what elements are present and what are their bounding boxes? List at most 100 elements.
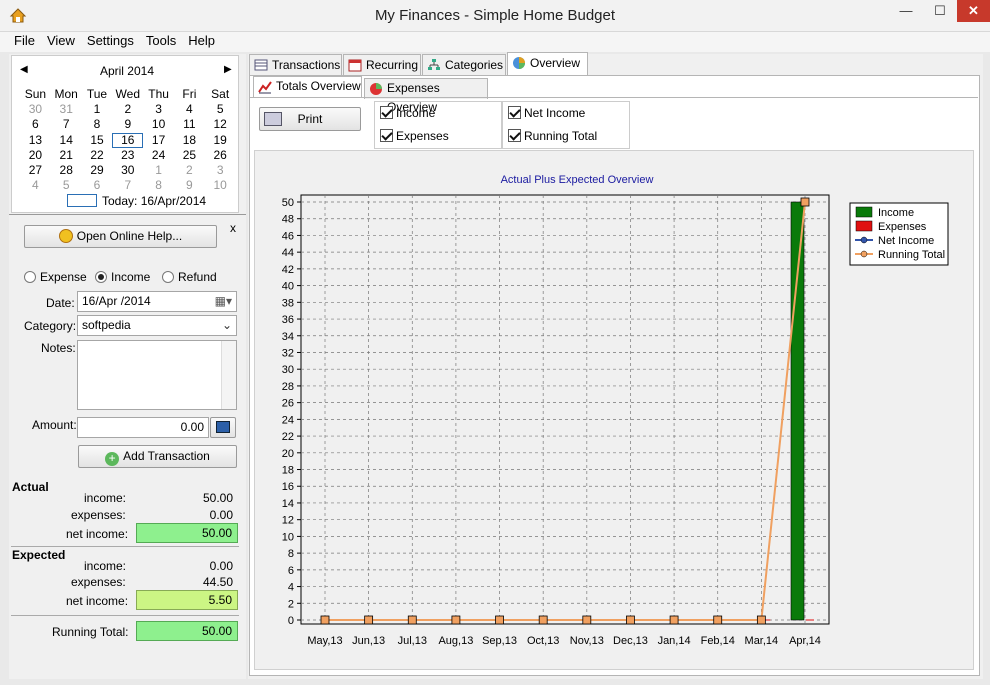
calendar-day[interactable]: 5 xyxy=(205,102,236,117)
tab-transactions[interactable]: Transactions xyxy=(249,54,342,75)
calendar-day[interactable]: 2 xyxy=(112,102,143,117)
calendar-day[interactable]: 9 xyxy=(112,117,143,132)
calendar-week: 6 7 8 9 10 11 12 xyxy=(20,117,236,132)
subtab-expenses-overview[interactable]: Expenses Overview xyxy=(364,78,488,114)
actual-income-label: income: xyxy=(84,491,127,505)
calendar-day[interactable]: 3 xyxy=(143,102,174,117)
calendar-day[interactable]: 10 xyxy=(143,117,174,132)
checkbox-income[interactable]: Income xyxy=(380,106,435,120)
calendar-day[interactable]: 22 xyxy=(82,148,113,163)
calendar-day[interactable]: 4 xyxy=(174,102,205,117)
calendar-day[interactable]: 26 xyxy=(205,148,236,163)
calendar-week: 20 21 22 23 24 25 26 xyxy=(20,148,236,163)
calendar-day[interactable]: 6 xyxy=(20,117,51,132)
calendar-day[interactable]: 30 xyxy=(20,102,51,117)
weekday-label: Sun xyxy=(24,87,47,101)
checkbox-icon xyxy=(508,106,521,119)
running-total-point xyxy=(669,615,679,625)
next-month-icon[interactable]: ▶ xyxy=(224,64,232,75)
radio-expense[interactable]: Expense xyxy=(24,270,87,284)
calendar-day[interactable]: 2 xyxy=(174,163,205,178)
calendar-day[interactable]: 31 xyxy=(51,102,82,117)
calendar-day[interactable]: 7 xyxy=(51,117,82,132)
calendar-day[interactable]: 17 xyxy=(143,133,174,148)
checkbox-net-income[interactable]: Net Income xyxy=(508,106,585,120)
menu-help[interactable]: Help xyxy=(188,32,215,50)
tab-overview[interactable]: Overview xyxy=(507,52,588,76)
calendar-day[interactable]: 1 xyxy=(82,102,113,117)
calendar-day[interactable]: 12 xyxy=(205,117,236,132)
calendar-day[interactable]: 30 xyxy=(112,163,143,178)
add-transaction-button[interactable]: + Add Transaction xyxy=(78,445,237,468)
expected-net-label: net income: xyxy=(66,594,129,608)
calendar-day[interactable]: 1 xyxy=(143,163,174,178)
calendar-day[interactable]: 11 xyxy=(174,117,205,132)
amount-field[interactable]: 0.00 xyxy=(77,417,209,438)
checkbox-running-total[interactable]: Running Total xyxy=(508,129,597,143)
menu-tools[interactable]: Tools xyxy=(146,32,176,50)
maximize-button[interactable]: ☐ xyxy=(923,0,957,22)
calendar-day[interactable]: 7 xyxy=(112,178,143,193)
open-help-button[interactable]: Open Online Help... xyxy=(24,225,217,248)
calendar-day[interactable]: 21 xyxy=(51,148,82,163)
tab-label: Categories xyxy=(445,58,504,72)
calendar-day[interactable]: 28 xyxy=(51,163,82,178)
running-total-value: 50.00 xyxy=(136,621,238,641)
calendar-day[interactable]: 23 xyxy=(112,148,143,163)
calendar-dropdown-icon[interactable]: ▦▾ xyxy=(215,292,232,311)
menu-settings[interactable]: Settings xyxy=(87,32,134,50)
calendar-day[interactable]: 14 xyxy=(51,133,82,148)
y-tick-label: 32 xyxy=(282,347,294,359)
calendar-day[interactable]: 20 xyxy=(20,148,51,163)
tab-categories[interactable]: Categories xyxy=(422,54,506,75)
calendar-day[interactable]: 18 xyxy=(174,133,205,148)
calculator-icon[interactable] xyxy=(210,417,236,438)
calendar-day[interactable]: 4 xyxy=(20,178,51,193)
y-tick-label: 44 xyxy=(282,247,294,259)
y-tick-label: 2 xyxy=(288,598,294,610)
calendar-day[interactable]: 8 xyxy=(143,178,174,193)
radio-refund[interactable]: Refund xyxy=(162,270,217,284)
print-button[interactable]: Print xyxy=(259,107,361,131)
checkbox-label: Expenses xyxy=(396,129,449,143)
legend-label: Income xyxy=(878,207,914,219)
checkbox-icon xyxy=(380,129,393,142)
y-tick-label: 26 xyxy=(282,398,294,410)
subtab-totals-overview[interactable]: Totals Overview xyxy=(253,76,362,97)
minimize-button[interactable]: — xyxy=(889,0,923,22)
radio-income[interactable]: Income xyxy=(95,270,150,284)
calendar-day[interactable]: 24 xyxy=(143,148,174,163)
calendar-day[interactable]: 19 xyxy=(205,133,236,148)
actual-net-value: 50.00 xyxy=(136,523,238,543)
calendar-day[interactable]: 8 xyxy=(82,117,113,132)
calendar-day[interactable]: 3 xyxy=(205,163,236,178)
calendar-day[interactable]: 5 xyxy=(51,178,82,193)
menu-file[interactable]: File xyxy=(14,32,35,50)
calendar-day[interactable]: 25 xyxy=(174,148,205,163)
divider xyxy=(250,97,978,98)
open-help-label: Open Online Help... xyxy=(76,229,183,243)
calendar-day[interactable]: 9 xyxy=(174,178,205,193)
notes-scrollbar[interactable] xyxy=(221,341,236,409)
calendar-day[interactable]: 6 xyxy=(82,178,113,193)
calendar-day[interactable]: 13 xyxy=(20,133,51,148)
calendar-day[interactable]: 29 xyxy=(82,163,113,178)
today-label[interactable]: Today: 16/Apr/2014 xyxy=(102,194,206,208)
notes-textarea[interactable] xyxy=(77,340,237,410)
help-close-icon[interactable]: x xyxy=(230,221,236,235)
checkbox-expenses[interactable]: Expenses xyxy=(380,129,449,143)
date-field[interactable]: 16/Apr /2014 ▦▾ xyxy=(77,291,237,312)
plus-icon: + xyxy=(105,452,120,466)
category-select[interactable]: softpedia ⌄ xyxy=(77,315,237,336)
calendar-day[interactable]: 15 xyxy=(82,133,113,148)
menu-view[interactable]: View xyxy=(47,32,75,50)
calendar-day[interactable]: 27 xyxy=(20,163,51,178)
x-tick-label: Aug,13 xyxy=(438,635,473,647)
close-button[interactable]: ✕ xyxy=(957,0,990,22)
y-tick-label: 38 xyxy=(282,297,294,309)
calendar-day[interactable]: 10 xyxy=(205,178,236,193)
calendar-day[interactable]: 16 xyxy=(112,132,144,148)
date-value: 16/Apr /2014 xyxy=(82,294,151,308)
tab-recurring[interactable]: Recurring xyxy=(343,54,421,75)
prev-month-icon[interactable]: ◀ xyxy=(20,64,28,75)
